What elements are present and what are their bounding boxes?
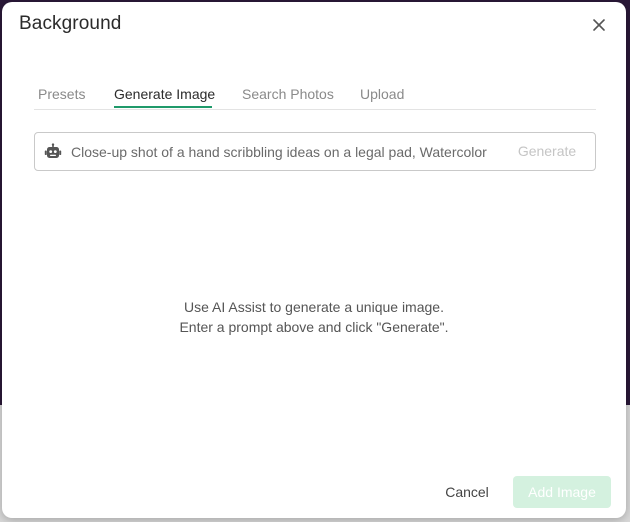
tab-upload[interactable]: Upload xyxy=(360,86,404,102)
tab-search-photos[interactable]: Search Photos xyxy=(242,86,334,102)
prompt-field: Generate xyxy=(34,132,596,171)
hint-line-1: Use AI Assist to generate a unique image… xyxy=(184,299,444,315)
tab-presets[interactable]: Presets xyxy=(38,86,85,102)
empty-state-hint: Use AI Assist to generate a unique image… xyxy=(2,297,626,337)
close-icon xyxy=(593,19,605,31)
background-dialog: Background Presets Generate Image Search… xyxy=(2,2,626,518)
robot-icon xyxy=(44,143,62,158)
close-button[interactable] xyxy=(588,14,610,36)
dialog-title: Background xyxy=(19,13,122,34)
generate-button[interactable]: Generate xyxy=(505,133,589,170)
prompt-input[interactable] xyxy=(71,133,491,170)
active-tab-indicator xyxy=(114,106,212,108)
tab-bar: Presets Generate Image Search Photos Upl… xyxy=(34,74,596,110)
hint-line-2: Enter a prompt above and click "Generate… xyxy=(179,319,449,335)
cancel-button[interactable]: Cancel xyxy=(432,476,502,508)
add-image-button[interactable]: Add Image xyxy=(513,476,611,508)
tab-generate-image[interactable]: Generate Image xyxy=(114,86,215,102)
